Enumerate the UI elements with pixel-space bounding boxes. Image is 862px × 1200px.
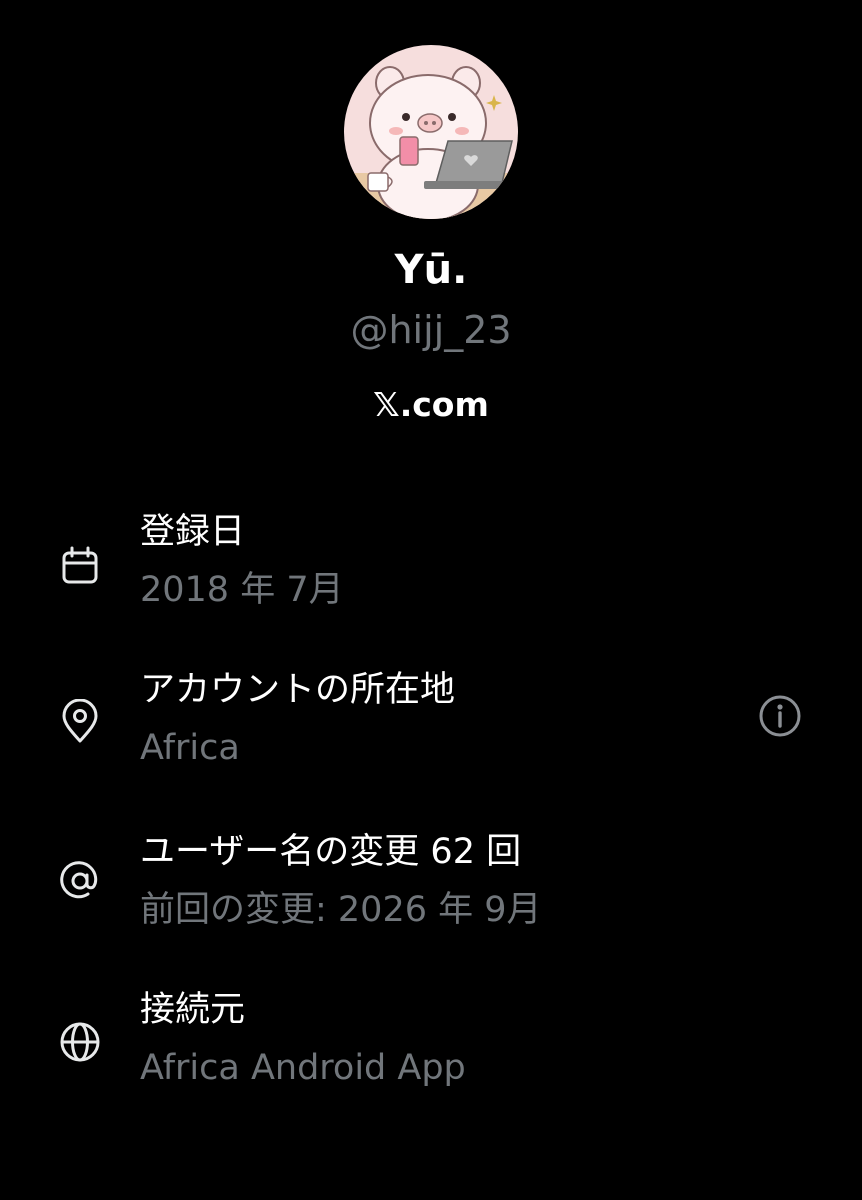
site-label: 𝕏.com xyxy=(373,385,489,424)
location-label: アカウントの所在地 xyxy=(140,670,456,710)
joined-label: 登録日 xyxy=(140,512,246,552)
joined-date: 2018 年 7月 xyxy=(140,570,344,610)
info-row-connected-via: 接続元 Africa Android App xyxy=(0,984,862,1104)
pig-avatar-image xyxy=(344,45,518,219)
location-pin-icon xyxy=(57,699,103,745)
username-changes-label: ユーザー名の変更 62 回 xyxy=(140,832,522,872)
connected-via-label: 接続元 xyxy=(140,990,246,1030)
info-row-location: アカウントの所在地 Africa xyxy=(0,664,862,784)
calendar-icon xyxy=(57,543,103,589)
connected-via-value: Africa Android App xyxy=(140,1048,466,1088)
info-icon[interactable] xyxy=(757,693,803,739)
globe-icon xyxy=(57,1019,103,1065)
location-value: Africa xyxy=(140,728,240,768)
info-row-joined: 登録日 2018 年 7月 xyxy=(0,506,862,626)
info-row-username-changes: ユーザー名の変更 62 回 前回の変更: 2026 年 9月 xyxy=(0,826,862,946)
profile-avatar[interactable] xyxy=(344,45,518,219)
username-last-changed: 前回の変更: 2026 年 9月 xyxy=(140,890,542,930)
username-handle: @hijj_23 xyxy=(350,308,512,352)
at-sign-icon xyxy=(57,858,103,904)
display-name: Yū. xyxy=(394,247,468,293)
